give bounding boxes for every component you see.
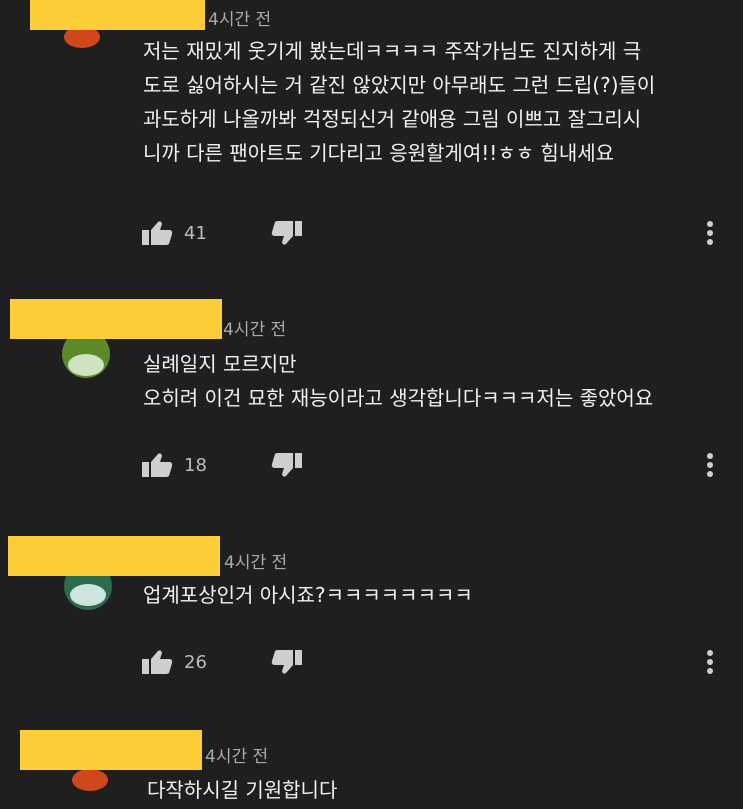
thumb-down-icon (270, 220, 304, 246)
thumb-down-icon (270, 649, 304, 675)
more-options-button[interactable] (700, 642, 720, 682)
comment-actions: 41 (140, 213, 730, 253)
comment-text: 업계포상인거 아시죠?ㅋㅋㅋㅋㅋㅋㅋㅋ (143, 583, 473, 607)
more-vert-icon (706, 649, 714, 675)
more-vert-icon (706, 452, 714, 478)
redacted-username (10, 299, 222, 339)
dislike-button[interactable] (270, 445, 304, 485)
comment-text: 실례일지 모르지만 오히려 이건 묘한 재능이라고 생각합니다ㅋㅋㅋ저는 좋았어… (143, 352, 654, 410)
comment-actions: 26 (140, 642, 730, 682)
comment-timestamp: 4시간 전 (205, 747, 269, 767)
comment-text: 다작하시길 기원합니다 (147, 778, 338, 802)
like-button[interactable]: 26 (140, 642, 207, 682)
comment-text: 저는 재밌게 웃기게 봤는데ㅋㅋㅋㅋ 주작가님도 진지하게 극 도로 싫어하시는… (143, 39, 656, 165)
comment-item: 4시간 전 다작하시길 기원합니다 (0, 725, 743, 809)
thumb-up-icon (140, 649, 174, 675)
dislike-button[interactable] (270, 642, 304, 682)
comment-actions: 18 (140, 445, 730, 485)
redacted-username (30, 0, 205, 30)
like-button[interactable]: 41 (140, 213, 207, 253)
comment-item: 4시간 전 실례일지 모르지만 오히려 이건 묘한 재능이라고 생각합니다ㅋㅋㅋ… (0, 295, 743, 525)
thumb-down-icon (270, 452, 304, 478)
comment-timestamp: 4시간 전 (208, 10, 272, 30)
redacted-username (20, 730, 202, 770)
thumb-up-icon (140, 220, 174, 246)
more-options-button[interactable] (700, 213, 720, 253)
dislike-button[interactable] (270, 213, 304, 253)
redacted-username (8, 536, 220, 576)
more-options-button[interactable] (700, 445, 720, 485)
like-count: 18 (184, 454, 207, 476)
comment-item: 4시간 전 저는 재밌게 웃기게 봤는데ㅋㅋㅋㅋ 주작가님도 진지하게 극 도로… (0, 0, 743, 290)
like-count: 41 (184, 222, 207, 244)
thumb-up-icon (140, 452, 174, 478)
like-count: 26 (184, 651, 207, 673)
comment-item: 4시간 전 업계포상인거 아시죠?ㅋㅋㅋㅋㅋㅋㅋㅋ 26 (0, 530, 743, 720)
comment-timestamp: 4시간 전 (224, 553, 288, 573)
like-button[interactable]: 18 (140, 445, 207, 485)
more-vert-icon (706, 220, 714, 246)
comment-timestamp: 4시간 전 (223, 320, 287, 340)
